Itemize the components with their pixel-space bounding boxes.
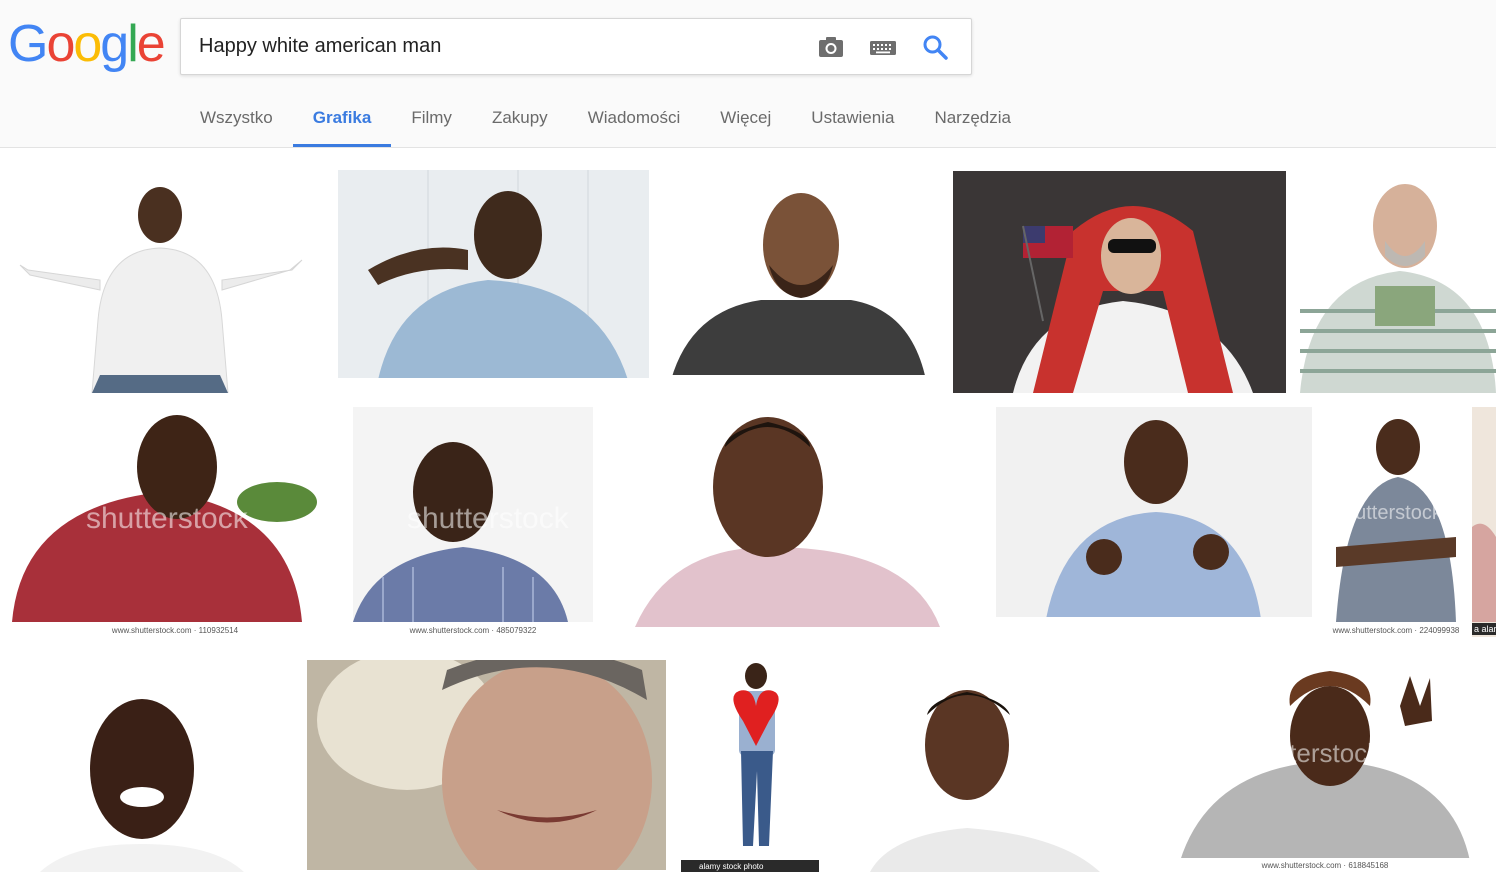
image-credit: alamy stock photo [699, 862, 764, 871]
search-tabs: Wszystko Grafika Filmy Zakupy Wiadomości… [180, 90, 1031, 147]
image-result[interactable]: a alar [1472, 407, 1496, 637]
image-result[interactable] [610, 407, 980, 637]
tab-wszystko[interactable]: Wszystko [180, 90, 293, 147]
tab-ustawienia[interactable]: Ustawienia [791, 90, 914, 147]
search-input[interactable] [199, 19, 799, 74]
tab-filmy[interactable]: Filmy [391, 90, 472, 147]
logo-letter: o [73, 15, 102, 73]
image-result[interactable] [870, 660, 1160, 872]
logo-letter: o [46, 15, 75, 73]
image-credit: www.shutterstock.com · 618845168 [1261, 861, 1389, 870]
google-logo[interactable]: Google [8, 14, 166, 74]
image-result[interactable] [661, 170, 940, 393]
image-result[interactable]: shutterstock www.shutterstock.com · 4850… [353, 407, 593, 637]
top-header: Google Happy white american man Wszystko… [0, 0, 1496, 148]
search-box [180, 18, 972, 75]
image-credit: www.shutterstock.com · 224099938 [1332, 626, 1460, 635]
keyboard-icon[interactable] [869, 33, 897, 61]
tab-wiadomosci[interactable]: Wiadomości [568, 90, 701, 147]
logo-letter: e [136, 15, 166, 73]
image-result[interactable]: shutterstock www.shutterstock.com · 2240… [1326, 407, 1466, 637]
image-result[interactable]: shutterstock www.shutterstock.com · 1109… [12, 407, 338, 637]
image-result[interactable] [996, 407, 1312, 637]
image-result[interactable] [1300, 171, 1496, 393]
search-icon[interactable] [921, 33, 949, 61]
tab-grafika[interactable]: Grafika [292, 90, 392, 147]
image-credit: www.shutterstock.com · 110932514 [111, 626, 239, 635]
logo-letter: l [127, 15, 138, 73]
image-result[interactable]: shutterstock www.shutterstock.com · 6188… [1170, 666, 1480, 872]
tab-wiecej[interactable]: Więcej [700, 90, 791, 147]
image-result[interactable] [307, 660, 666, 870]
image-result[interactable]: alamy stock photo [681, 661, 819, 872]
logo-letter: g [100, 15, 129, 73]
image-credit: www.shutterstock.com · 485079322 [409, 626, 537, 635]
image-result[interactable] [338, 170, 649, 393]
tab-narzedzia[interactable]: Narzędzia [914, 90, 1031, 147]
image-result[interactable] [953, 171, 1286, 393]
image-result[interactable] [0, 659, 300, 872]
camera-icon[interactable] [817, 33, 845, 61]
image-result[interactable] [0, 170, 328, 393]
logo-letter: G [8, 15, 48, 73]
alamy-badge: a alar [1472, 623, 1496, 635]
tab-zakupy[interactable]: Zakupy [472, 90, 568, 147]
